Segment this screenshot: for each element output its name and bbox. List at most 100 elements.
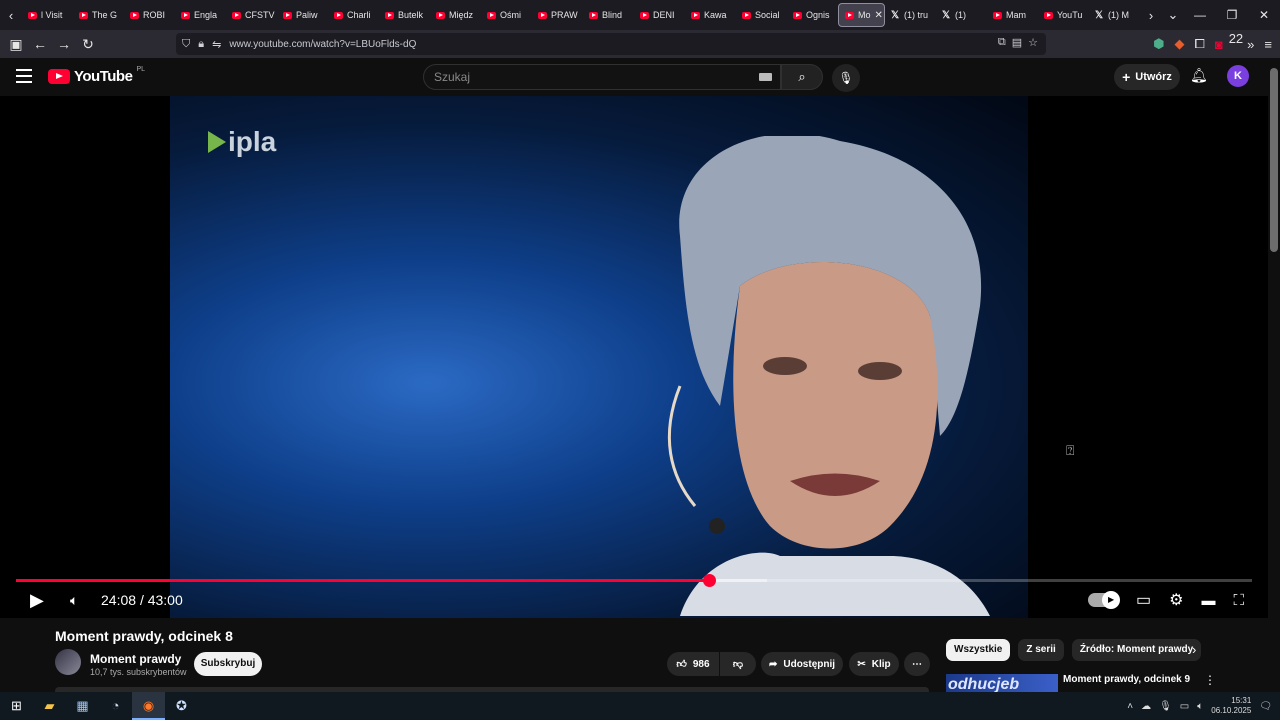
browser-tab[interactable]: CFSTV bbox=[226, 0, 277, 30]
search-input[interactable]: Szukaj bbox=[423, 64, 781, 90]
recommended-title[interactable]: Moment prawdy, odcinek 9 bbox=[1063, 674, 1190, 685]
tab-list-chevron-icon[interactable]: ⌄ bbox=[1162, 7, 1184, 23]
browser-tab[interactable]: Paliw bbox=[277, 0, 328, 30]
steam-icon[interactable]: ◔ bbox=[99, 692, 132, 720]
onedrive-icon[interactable]: ☁ bbox=[1141, 701, 1151, 712]
channel-name[interactable]: Moment prawdy bbox=[90, 652, 181, 666]
firefox-icon[interactable]: ◉ bbox=[132, 692, 165, 720]
browser-tab[interactable]: 𝕏 (1) M bbox=[1089, 0, 1140, 30]
remote-desktop-icon[interactable]: ▦ bbox=[66, 692, 99, 720]
account-avatar[interactable]: K bbox=[1227, 65, 1249, 87]
forward-icon[interactable]: → bbox=[52, 36, 76, 52]
progress-bar[interactable] bbox=[16, 574, 1252, 587]
app-icon[interactable]: ✪ bbox=[165, 692, 198, 720]
permissions-icon[interactable]: ⇋ bbox=[212, 38, 221, 51]
theater-mode-icon[interactable]: ▬ bbox=[1201, 592, 1215, 608]
url-bar[interactable]: ⛉ 🔒︎ ⇋ www.youtube.com/watch?v=LBUoFlds-… bbox=[176, 33, 1046, 55]
extension-badge-icon[interactable]: ◙ 22 bbox=[1215, 30, 1244, 52]
like-button[interactable]: 👍︎ 986 bbox=[667, 652, 719, 676]
start-windows-icon[interactable]: ⊞ bbox=[0, 692, 33, 720]
browser-tab[interactable]: DENI bbox=[634, 0, 685, 30]
youtube-favicon-icon bbox=[130, 11, 139, 19]
recommended-thumbnail[interactable]: odhucjeb bbox=[946, 674, 1058, 692]
network-icon[interactable]: ▭ bbox=[1180, 701, 1189, 712]
browser-tab[interactable]: Kawa bbox=[685, 0, 736, 30]
tray-chevron-icon[interactable]: ˄ bbox=[1127, 701, 1133, 712]
played-bar bbox=[16, 579, 710, 582]
browser-tab[interactable]: ROBI bbox=[124, 0, 175, 30]
browser-tab[interactable]: Ognis bbox=[787, 0, 838, 30]
browser-tab[interactable]: Blind bbox=[583, 0, 634, 30]
dislike-button[interactable]: 👎︎ bbox=[720, 652, 756, 676]
microphone-tray-icon[interactable]: 🎙︎ bbox=[1159, 701, 1172, 712]
scrollbar-thumb[interactable] bbox=[1270, 68, 1278, 252]
chip-series[interactable]: Z serii bbox=[1018, 639, 1064, 661]
channel-avatar[interactable] bbox=[55, 649, 81, 675]
keyboard-icon[interactable] bbox=[759, 73, 772, 81]
reader-view-icon[interactable]: ▤ bbox=[1012, 36, 1022, 49]
browser-tab[interactable]: Butelk bbox=[379, 0, 430, 30]
reload-icon[interactable]: ↻ bbox=[76, 36, 100, 53]
browser-tab[interactable]: Mam bbox=[987, 0, 1038, 30]
extensions-puzzle-icon[interactable]: ⧠ bbox=[1194, 36, 1204, 52]
picture-in-picture-icon[interactable]: ⧉ bbox=[998, 36, 1006, 49]
guide-menu-icon[interactable] bbox=[16, 69, 32, 83]
chips-next-icon[interactable]: › bbox=[1192, 642, 1196, 657]
voice-search-button[interactable]: 🎙︎ bbox=[832, 64, 860, 92]
fullscreen-icon[interactable]: ⛶ bbox=[1233, 592, 1244, 609]
browser-tab[interactable]: Social bbox=[736, 0, 787, 30]
extension-icon[interactable]: ◆ bbox=[1174, 36, 1184, 52]
browser-tab[interactable]: Mo ✕ bbox=[838, 3, 885, 27]
tabs-scroll-left-icon[interactable]: ‹ bbox=[0, 8, 22, 23]
create-button[interactable]: + Utwórz bbox=[1114, 64, 1180, 90]
shield-icon[interactable]: ⛉ bbox=[182, 38, 190, 51]
app-menu-icon[interactable]: ≡ bbox=[1264, 37, 1272, 52]
browser-tab[interactable]: 𝕏 (1) bbox=[936, 0, 987, 30]
notifications-tray-icon[interactable]: 🗨︎ bbox=[1259, 701, 1272, 712]
browser-tab[interactable]: PRAW bbox=[532, 0, 583, 30]
overflow-menu-icon[interactable]: » bbox=[1247, 37, 1254, 52]
browser-tab[interactable]: Engla bbox=[175, 0, 226, 30]
chip-all[interactable]: Wszystkie bbox=[946, 639, 1011, 661]
video-player[interactable]: ipla ⍰ ▶ 🔈︎ 24:08 / 43:00 ▭ ⚙ ▬ ⛶ bbox=[0, 96, 1268, 618]
back-icon[interactable]: ← bbox=[28, 36, 52, 52]
search-button[interactable]: ⌕ bbox=[781, 64, 823, 90]
browser-tab[interactable]: Międz bbox=[430, 0, 481, 30]
vpn-extension-icon[interactable]: ⬢ bbox=[1153, 36, 1164, 52]
youtube-logo[interactable]: YouTube PL bbox=[48, 66, 145, 85]
autoplay-toggle[interactable] bbox=[1088, 591, 1121, 609]
settings-gear-icon[interactable]: ⚙ bbox=[1169, 590, 1183, 610]
cast-icon[interactable]: ⍰ bbox=[1066, 442, 1074, 459]
lock-icon[interactable]: 🔒︎ bbox=[198, 38, 204, 51]
url-text[interactable]: www.youtube.com/watch?v=LBUoFlds-dQ bbox=[229, 39, 416, 50]
browser-tab[interactable]: l Visit bbox=[22, 0, 73, 30]
close-window-icon[interactable]: ✕ bbox=[1248, 0, 1280, 30]
play-button[interactable]: ▶ bbox=[30, 590, 44, 610]
minimize-icon[interactable]: — bbox=[1184, 0, 1216, 30]
subtitles-icon[interactable]: ▭ bbox=[1136, 590, 1151, 610]
browser-tab[interactable]: YouTu bbox=[1038, 0, 1089, 30]
mute-button[interactable]: 🔈︎ bbox=[70, 590, 78, 610]
recommended-thumbnail-text: odhucjeb bbox=[948, 676, 1020, 692]
share-button[interactable]: ➦ Udostępnij bbox=[761, 652, 843, 676]
browser-tab[interactable]: Charli bbox=[328, 0, 379, 30]
subscribe-button[interactable]: Subskrybuj bbox=[194, 652, 262, 676]
recommended-menu-icon[interactable]: ⋮ bbox=[1204, 673, 1216, 687]
page-scrollbar[interactable] bbox=[1268, 58, 1280, 692]
tabs-scroll-right-icon[interactable]: › bbox=[1140, 8, 1162, 23]
clip-button[interactable]: ✂ Klip bbox=[849, 652, 899, 676]
file-explorer-icon[interactable]: ▰ bbox=[33, 692, 66, 720]
browser-tab[interactable]: 𝕏 (1) tru bbox=[885, 0, 936, 30]
notifications-bell-icon[interactable]: 🔔︎ bbox=[1190, 67, 1208, 84]
tab-close-icon[interactable]: ✕ bbox=[875, 10, 883, 21]
restore-icon[interactable]: ❐ bbox=[1216, 0, 1248, 30]
speaker-tray-icon[interactable]: 🔈︎ bbox=[1197, 701, 1203, 712]
clock[interactable]: 15:31 06.10.2025 bbox=[1211, 696, 1251, 716]
chip-source[interactable]: Źródło: Moment prawdy bbox=[1071, 639, 1202, 661]
more-actions-button[interactable]: ⋯ bbox=[904, 652, 930, 676]
bookmark-star-icon[interactable]: ☆ bbox=[1028, 36, 1038, 49]
browser-tab[interactable]: Ośmi bbox=[481, 0, 532, 30]
sidebar-toggle-icon[interactable]: ▣ bbox=[4, 36, 28, 53]
youtube-favicon-icon bbox=[742, 11, 751, 19]
browser-tab[interactable]: The G bbox=[73, 0, 124, 30]
